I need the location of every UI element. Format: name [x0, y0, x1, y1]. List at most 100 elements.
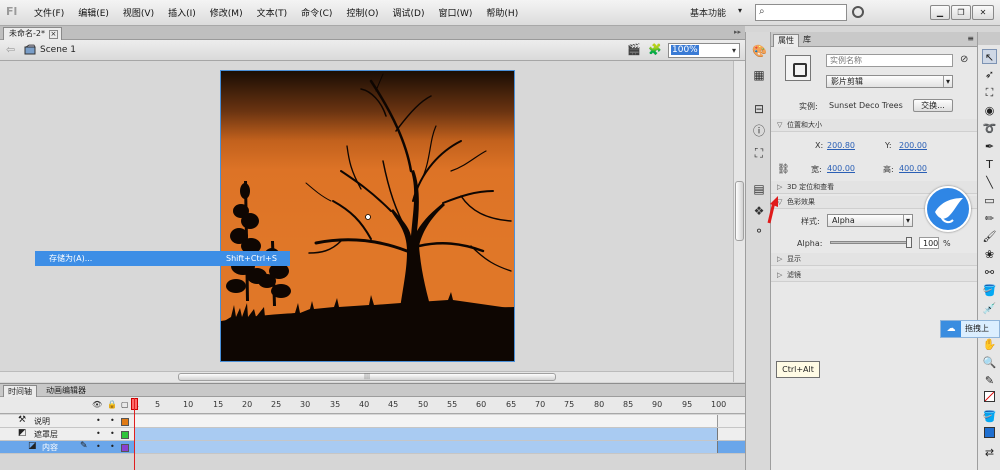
free-transform-tool-icon[interactable]: ⛶ [982, 85, 997, 100]
fill-swatch-icon[interactable] [982, 427, 997, 442]
color-panel-icon[interactable]: 🎨 [752, 44, 767, 58]
tab-library[interactable]: 库 [799, 34, 815, 47]
menu-commands[interactable]: 命令(C) [301, 6, 332, 19]
zoom-tool-icon[interactable]: 🔍 [982, 355, 997, 370]
lock-dot[interactable]: • [110, 429, 115, 438]
layer-row[interactable]: ◩ 遮罩层 • • [0, 428, 745, 441]
layer-row[interactable]: ⚒ 说明 • • [0, 415, 745, 428]
swap-colors-icon[interactable]: ⇄ [982, 445, 997, 460]
close-button[interactable]: ✕ [972, 5, 994, 20]
x-value[interactable]: 200.80 [827, 141, 855, 150]
paint-bucket-tool-icon[interactable]: 🪣 [982, 283, 997, 298]
outline-icon[interactable]: ▢ [121, 400, 129, 409]
help-search-input[interactable]: ⌕ [755, 4, 847, 21]
alpha-value-field[interactable]: 100 [919, 237, 939, 249]
horizontal-scroll-thumb[interactable]: ||| [178, 373, 556, 381]
collapse-icon[interactable]: ▸▸ [734, 28, 741, 36]
vertical-scroll-thumb[interactable] [735, 181, 744, 241]
menu-window[interactable]: 窗口(W) [439, 6, 473, 19]
menu-file[interactable]: 文件(F) [34, 6, 64, 19]
alpha-slider-knob[interactable] [906, 237, 912, 248]
deco-tool-icon[interactable]: ❀ [982, 247, 997, 262]
edit-scene-icon[interactable]: 🎬 [627, 43, 641, 56]
lasso-tool-icon[interactable]: ➰ [982, 121, 997, 136]
layer-color-swatch[interactable] [121, 444, 129, 452]
layer-color-swatch[interactable] [121, 431, 129, 439]
symbol-type-select[interactable]: 影片剪辑 [826, 75, 953, 88]
layer-color-swatch[interactable] [121, 418, 129, 426]
edit-symbols-icon[interactable]: 🧩 [648, 43, 662, 56]
menu-insert[interactable]: 插入(I) [168, 6, 196, 19]
layer-frames[interactable] [134, 415, 718, 427]
style-select[interactable]: Alpha [827, 214, 913, 227]
menu-edit[interactable]: 编辑(E) [78, 6, 109, 19]
close-tab-icon[interactable]: × [48, 30, 58, 39]
selection-tool-icon[interactable]: ↖ [982, 49, 997, 64]
menu-control[interactable]: 控制(O) [346, 6, 378, 19]
tab-timeline[interactable]: 时间轴 [3, 385, 37, 397]
menu-modify[interactable]: 修改(M) [210, 6, 243, 19]
eyedropper-tool-icon[interactable]: 💉 [982, 301, 997, 316]
stroke-color-icon[interactable]: ✎ [982, 373, 997, 388]
menu-text[interactable]: 文本(T) [257, 6, 288, 19]
swatches-panel-icon[interactable]: ▦ [752, 68, 766, 82]
stage-horizontal-scrollbar[interactable]: ||| [0, 371, 733, 382]
tab-motion-editor[interactable]: 动画编辑器 [42, 385, 90, 397]
line-tool-icon[interactable]: ╲ [982, 175, 997, 190]
section-display[interactable]: ▷ 显示 [771, 253, 977, 266]
motion-presets-icon[interactable]: ⚬ [752, 224, 766, 238]
stroke-swatch-icon[interactable] [982, 391, 997, 406]
bird-assistant-icon[interactable] [925, 186, 971, 232]
tab-properties[interactable]: 属性 [773, 34, 799, 47]
minimize-button[interactable]: ▁ [930, 5, 950, 20]
lock-dot[interactable]: • [110, 442, 115, 451]
align-panel-icon[interactable]: ⊟ [752, 102, 766, 116]
menu-help[interactable]: 帮助(H) [486, 6, 518, 19]
edit-info-icon[interactable]: ⊘ [960, 54, 968, 65]
instance-name-field[interactable]: 实例名称 [826, 54, 953, 67]
layer-row-selected[interactable]: ◪ 内容 ✎ • • [0, 441, 745, 454]
cs-live-icon[interactable] [852, 6, 864, 18]
transform-panel-icon[interactable]: ⛶ [752, 146, 766, 160]
pen-tool-icon[interactable]: ✒ [982, 139, 997, 154]
eye-icon[interactable]: 👁 [92, 400, 102, 409]
y-value[interactable]: 200.00 [899, 141, 927, 150]
layer-frames[interactable] [134, 441, 718, 453]
height-value[interactable]: 400.00 [899, 164, 927, 173]
section-filters[interactable]: ▷ 滤镜 [771, 269, 977, 282]
link-dimensions-icon[interactable]: ⛓ [777, 164, 790, 175]
text-tool-icon[interactable]: T [982, 157, 997, 172]
menu-view[interactable]: 视图(V) [123, 6, 154, 19]
visibility-dot[interactable]: • [96, 442, 101, 451]
stage-canvas[interactable] [220, 70, 515, 362]
brush-tool-icon[interactable]: 🖌 [982, 229, 997, 244]
panel-menu-icon[interactable]: ≡ [967, 34, 974, 43]
info-panel-icon[interactable]: ⓘ [752, 124, 766, 138]
visibility-dot[interactable]: • [96, 416, 101, 425]
bone-tool-icon[interactable]: ⚯ [982, 265, 997, 280]
hand-tool-icon[interactable]: ✋ [982, 337, 997, 352]
layer-frames[interactable] [134, 428, 718, 440]
section-position-size[interactable]: ▽ 位置和大小 [771, 119, 977, 132]
restore-button[interactable]: ❐ [951, 5, 971, 20]
menu-debug[interactable]: 调试(D) [393, 6, 425, 19]
lock-icon[interactable]: 🔒 [107, 400, 117, 409]
rectangle-tool-icon[interactable]: ▭ [982, 193, 997, 208]
document-tab[interactable]: 未命名-2* × [3, 27, 62, 40]
zoom-select[interactable]: 100% [668, 43, 740, 58]
pencil-tool-icon[interactable]: ✏ [982, 211, 997, 226]
swap-button[interactable]: 交换... [913, 99, 953, 112]
3d-rotation-tool-icon[interactable]: ◉ [982, 103, 997, 118]
back-arrow-icon[interactable]: ⇦ [6, 43, 15, 56]
alpha-slider[interactable] [830, 237, 912, 248]
fill-color-icon[interactable]: 🪣 [982, 409, 997, 424]
code-snippets-icon[interactable]: ▤ [752, 182, 766, 196]
components-panel-icon[interactable]: ❖ [752, 204, 766, 218]
stage-vertical-scrollbar[interactable] [733, 61, 745, 382]
lock-dot[interactable]: • [110, 416, 115, 425]
visibility-dot[interactable]: • [96, 429, 101, 438]
subselection-tool-icon[interactable]: ➶ [982, 67, 997, 82]
menu-item-save-as[interactable]: 存储为(A)... Shift+Ctrl+S [35, 251, 290, 266]
width-value[interactable]: 400.00 [827, 164, 855, 173]
upload-badge[interactable]: ☁ 拖拽上 [940, 320, 1000, 338]
